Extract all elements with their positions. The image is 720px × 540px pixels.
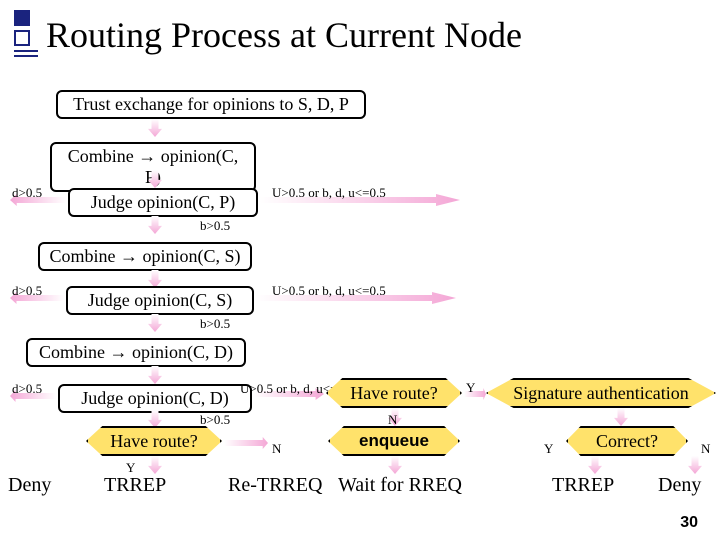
edge-label-d: d>0.5	[12, 283, 42, 299]
box-judge-cs: Judge opinion(C, S)	[66, 286, 254, 315]
edge-label-b: b>0.5	[200, 316, 230, 332]
decision-label: Signature authentication	[507, 383, 694, 404]
decision-have-route: Have route?	[326, 378, 462, 408]
edge-label-y: Y	[466, 380, 475, 396]
decision-label: Have route?	[344, 383, 443, 404]
terminal-trrep: TRREP	[104, 474, 166, 497]
arrow-down-icon	[148, 216, 162, 234]
decision-have-route-2: Have route?	[86, 426, 222, 456]
decision-label: Have route?	[104, 431, 203, 452]
edge-label-y: Y	[544, 441, 553, 457]
terminal-deny: Deny	[8, 474, 51, 497]
decision-signature-auth: Signature authentication	[486, 378, 716, 408]
edge-label-u: U>0.5 or b, d, u<=0.5	[272, 283, 386, 299]
box-trust-exchange: Trust exchange for opinions to S, D, P	[56, 90, 366, 119]
arrow-down-icon	[388, 456, 402, 474]
arrow-down-icon	[614, 408, 628, 426]
arrow-down-icon	[688, 456, 702, 474]
edge-label-d: d>0.5	[12, 381, 42, 397]
terminal-retrreq: Re-TRREQ	[228, 474, 322, 497]
box-label: enqueue	[359, 431, 429, 451]
arrow-down-icon	[148, 314, 162, 332]
decision-label: Correct?	[590, 431, 664, 452]
arrow-down-icon	[588, 456, 602, 474]
slide-bullet-ornament	[14, 10, 42, 60]
edge-label-n: N	[701, 441, 710, 457]
terminal-deny: Deny	[658, 474, 701, 497]
box-combine-cs: Combine → opinion(C, S)	[38, 242, 252, 271]
box-judge-cp: Judge opinion(C, P)	[68, 188, 258, 217]
edge-label-b: b>0.5	[200, 218, 230, 234]
arrow-down-icon	[148, 456, 162, 474]
edge-label-d: d>0.5	[12, 185, 42, 201]
decision-correct: Correct?	[566, 426, 688, 456]
page-title: Routing Process at Current Node	[46, 14, 522, 56]
arrow-right-icon	[224, 437, 268, 449]
edge-label-u: U>0.5 or b, d, u<=0.5	[272, 185, 386, 201]
box-combine-cd: Combine → opinion(C, D)	[26, 338, 246, 367]
box-enqueue: enqueue	[328, 426, 460, 456]
arrow-down-icon	[148, 119, 162, 137]
edge-label-n: N	[272, 441, 281, 457]
box-judge-cd: Judge opinion(C, D)	[58, 384, 252, 413]
page-number: 30	[680, 514, 698, 532]
terminal-trrep: TRREP	[552, 474, 614, 497]
terminal-wait: Wait for RREQ	[338, 474, 462, 497]
arrow-down-icon	[148, 366, 162, 384]
